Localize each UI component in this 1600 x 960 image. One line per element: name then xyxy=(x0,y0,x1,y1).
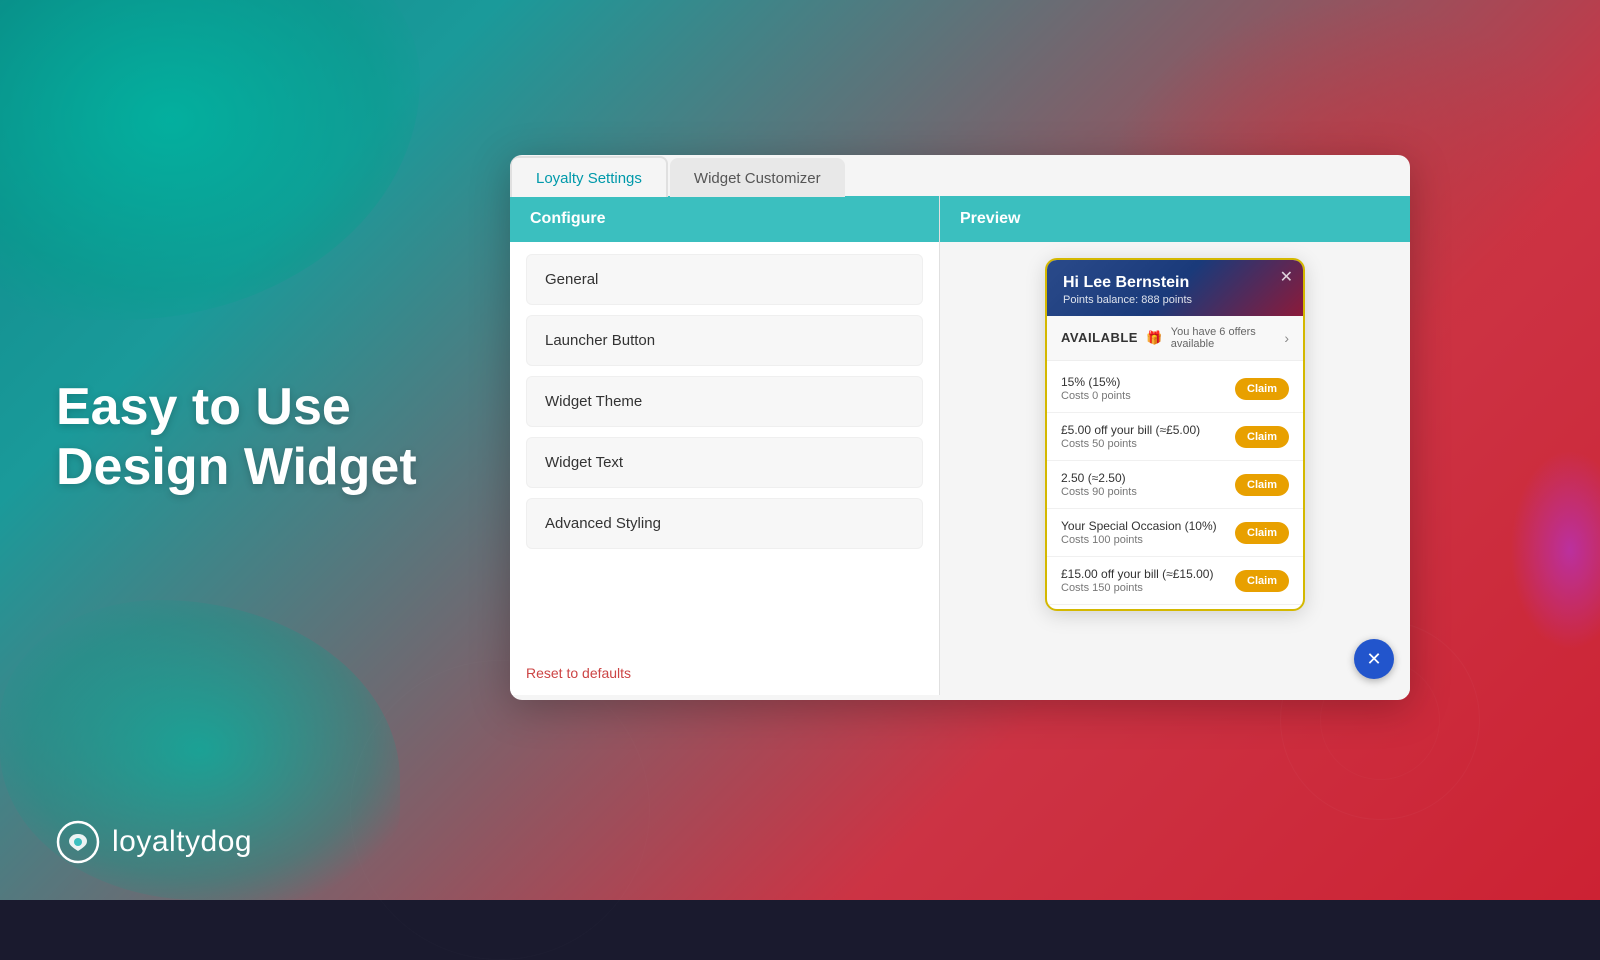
widget-available-bar[interactable]: AVAILABLE 🎁 You have 6 offers available … xyxy=(1047,316,1303,361)
configure-item-widget-text[interactable]: Widget Text xyxy=(526,437,923,488)
preview-header: Preview xyxy=(940,196,1410,242)
offer-info-4: £15.00 off your bill (≈£15.00) Costs 150… xyxy=(1061,567,1213,594)
offer-cost-2: Costs 90 points xyxy=(1061,486,1137,498)
widget-offers-list: 15% (15%) Costs 0 points Claim £5.00 off… xyxy=(1047,361,1303,609)
offer-title-0: 15% (15%) xyxy=(1061,375,1131,389)
configure-item-general[interactable]: General xyxy=(526,254,923,305)
offer-info-1: £5.00 off your bill (≈£5.00) Costs 50 po… xyxy=(1061,423,1200,450)
offer-title-2: 2.50 (≈2.50) xyxy=(1061,471,1137,485)
widget-header: Hi Lee Bernstein Points balance: 888 poi… xyxy=(1047,260,1303,316)
offer-row-1: £5.00 off your bill (≈£5.00) Costs 50 po… xyxy=(1047,413,1303,461)
offer-row-0: 15% (15%) Costs 0 points Claim xyxy=(1047,365,1303,413)
chevron-right-icon: › xyxy=(1284,330,1289,346)
widget-close-button[interactable]: ✕ xyxy=(1280,270,1293,286)
configure-section: Configure General Launcher Button Widget… xyxy=(510,196,940,695)
claim-button-2[interactable]: Claim xyxy=(1235,474,1289,496)
logo-text: loyaltydog xyxy=(112,825,252,859)
configure-item-advanced-styling[interactable]: Advanced Styling xyxy=(526,498,923,549)
reset-to-defaults-link[interactable]: Reset to defaults xyxy=(510,651,939,695)
main-panel: Loyalty Settings Widget Customizer Confi… xyxy=(510,155,1410,700)
panel-body: Configure General Launcher Button Widget… xyxy=(510,196,1410,695)
offer-title-4: £15.00 off your bill (≈£15.00) xyxy=(1061,567,1213,581)
offer-cost-4: Costs 150 points xyxy=(1061,582,1213,594)
offer-row-4: £15.00 off your bill (≈£15.00) Costs 150… xyxy=(1047,557,1303,605)
configure-list: General Launcher Button Widget Theme Wid… xyxy=(510,242,939,651)
claim-button-3[interactable]: Claim xyxy=(1235,522,1289,544)
hero-line1: Easy to Use xyxy=(56,378,351,436)
configure-header: Configure xyxy=(510,196,939,242)
tab-loyalty-settings[interactable]: Loyalty Settings xyxy=(510,156,668,197)
configure-item-widget-theme[interactable]: Widget Theme xyxy=(526,376,923,427)
deco-circle-3 xyxy=(350,660,650,960)
tabs-bar: Loyalty Settings Widget Customizer xyxy=(510,155,1410,196)
configure-item-launcher-button[interactable]: Launcher Button xyxy=(526,315,923,366)
offer-cost-3: Costs 100 points xyxy=(1061,534,1217,546)
hero-text: Easy to Use Design Widget xyxy=(56,378,417,498)
close-x-icon: ✕ xyxy=(1366,649,1381,670)
widget-close-fab[interactable]: ✕ xyxy=(1354,639,1394,679)
preview-section: Preview Hi Lee Bernstein Points balance:… xyxy=(940,196,1410,695)
available-left: AVAILABLE 🎁 xyxy=(1061,330,1163,346)
offer-row-2: 2.50 (≈2.50) Costs 90 points Claim xyxy=(1047,461,1303,509)
offer-title-3: Your Special Occasion (10%) xyxy=(1061,519,1217,533)
loyaltydog-icon xyxy=(56,820,100,864)
offer-row-3: Your Special Occasion (10%) Costs 100 po… xyxy=(1047,509,1303,557)
gift-icon: 🎁 xyxy=(1146,330,1163,345)
offer-cost-1: Costs 50 points xyxy=(1061,438,1200,450)
offer-info-0: 15% (15%) Costs 0 points xyxy=(1061,375,1131,402)
claim-button-4[interactable]: Claim xyxy=(1235,570,1289,592)
claim-button-0[interactable]: Claim xyxy=(1235,378,1289,400)
widget-popup: Hi Lee Bernstein Points balance: 888 poi… xyxy=(1045,258,1305,611)
claim-button-1[interactable]: Claim xyxy=(1235,426,1289,448)
offer-info-2: 2.50 (≈2.50) Costs 90 points xyxy=(1061,471,1137,498)
available-subtitle: You have 6 offers available xyxy=(1171,326,1285,350)
offer-info-3: Your Special Occasion (10%) Costs 100 po… xyxy=(1061,519,1217,546)
logo: loyaltydog xyxy=(56,820,252,864)
widget-greeting: Hi Lee Bernstein xyxy=(1063,274,1287,292)
preview-body: Hi Lee Bernstein Points balance: 888 poi… xyxy=(940,242,1410,695)
available-title: AVAILABLE 🎁 xyxy=(1061,330,1163,346)
hero-line2: Design Widget xyxy=(56,438,417,496)
available-info: You have 6 offers available xyxy=(1163,326,1285,350)
tab-widget-customizer[interactable]: Widget Customizer xyxy=(670,158,845,197)
offer-title-1: £5.00 off your bill (≈£5.00) xyxy=(1061,423,1200,437)
offer-cost-0: Costs 0 points xyxy=(1061,390,1131,402)
widget-points-balance: Points balance: 888 points xyxy=(1063,294,1287,306)
